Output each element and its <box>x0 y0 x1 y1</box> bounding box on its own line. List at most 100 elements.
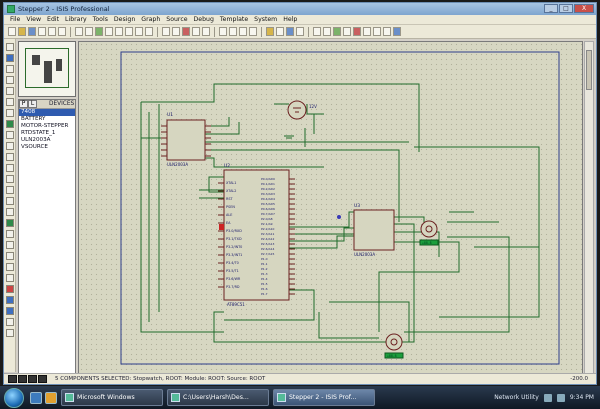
taskbar-item[interactable]: Microsoft Windows <box>61 389 163 406</box>
decompose-icon[interactable] <box>296 27 304 36</box>
new-sheet-icon[interactable] <box>343 27 351 36</box>
box-2d-icon[interactable] <box>5 219 14 227</box>
network-utility-label[interactable]: Network Utility <box>494 394 539 401</box>
zoom-area-icon[interactable] <box>145 27 153 36</box>
virtual-instrument-icon[interactable] <box>5 197 14 205</box>
graph-icon[interactable] <box>5 142 14 150</box>
origin-icon[interactable] <box>95 27 103 36</box>
vertical-scrollbar[interactable] <box>584 41 594 377</box>
menu-graph[interactable]: Graph <box>141 16 160 23</box>
block-move-icon[interactable] <box>229 27 237 36</box>
menu-file[interactable]: File <box>10 16 20 23</box>
overview-window[interactable] <box>18 41 76 97</box>
junction-dot-icon[interactable] <box>5 65 14 73</box>
step-icon[interactable] <box>18 375 27 383</box>
menu-library[interactable]: Library <box>65 16 87 23</box>
clock[interactable]: 9:34 PM <box>570 394 594 401</box>
netlist-ares-icon[interactable] <box>393 27 401 36</box>
device-pins-icon[interactable] <box>5 131 14 139</box>
play-icon[interactable] <box>8 375 17 383</box>
line-2d-icon[interactable] <box>5 208 14 216</box>
menu-design[interactable]: Design <box>114 16 135 23</box>
import-icon[interactable] <box>38 27 46 36</box>
menu-system[interactable]: System <box>254 16 277 23</box>
block-rotate-icon[interactable] <box>239 27 247 36</box>
packaging-tool-icon[interactable] <box>286 27 294 36</box>
device-list-item[interactable]: RTDSTATE_1 <box>19 130 75 137</box>
menu-view[interactable]: View <box>26 16 41 23</box>
menu-help[interactable]: Help <box>283 16 297 23</box>
menu-source[interactable]: Source <box>166 16 187 23</box>
pan-icon[interactable] <box>105 27 113 36</box>
bus-icon[interactable] <box>5 98 14 106</box>
device-list-item[interactable]: BATTERY <box>19 116 75 123</box>
library-manager-button[interactable]: L <box>28 100 37 108</box>
copy-icon[interactable] <box>192 27 200 36</box>
circle-2d-icon[interactable] <box>5 230 14 238</box>
bom-icon[interactable] <box>373 27 381 36</box>
text-2d-icon[interactable] <box>5 263 14 271</box>
path-2d-icon[interactable] <box>5 252 14 260</box>
title-bar[interactable]: Stepper 2 - ISIS Professional _ □ X <box>4 3 596 15</box>
search-tag-icon[interactable] <box>323 27 331 36</box>
text-script-icon[interactable] <box>5 87 14 95</box>
minimize-button[interactable]: _ <box>544 4 558 13</box>
cut-icon[interactable] <box>182 27 190 36</box>
block-delete-icon[interactable] <box>249 27 257 36</box>
close-button[interactable]: X <box>574 4 594 13</box>
open-file-icon[interactable] <box>18 27 26 36</box>
undo-icon[interactable] <box>162 27 170 36</box>
zoom-in-icon[interactable] <box>115 27 123 36</box>
show-desktop-icon[interactable] <box>30 391 42 404</box>
export-icon[interactable] <box>48 27 56 36</box>
redraw-icon[interactable] <box>75 27 83 36</box>
device-list-item[interactable]: 7408 <box>19 109 75 116</box>
goto-sheet-icon[interactable] <box>363 27 371 36</box>
start-button[interactable] <box>4 387 24 408</box>
rotate-clockwise-icon[interactable] <box>5 296 14 304</box>
current-probe-icon[interactable] <box>5 186 14 194</box>
explorer-icon[interactable] <box>45 391 57 404</box>
mirror-y-icon[interactable] <box>5 329 14 337</box>
stop-icon[interactable] <box>38 375 47 383</box>
maximize-button[interactable]: □ <box>559 4 573 13</box>
make-device-icon[interactable] <box>276 27 284 36</box>
paste-icon[interactable] <box>202 27 210 36</box>
pick-devices-button[interactable]: P <box>19 100 28 108</box>
taskbar-item[interactable]: Stepper 2 - ISIS Prof... <box>273 389 375 406</box>
generator-icon[interactable] <box>5 164 14 172</box>
pick-device-icon[interactable] <box>266 27 274 36</box>
device-list-item[interactable]: ULN2003A <box>19 137 75 144</box>
property-assignment-icon[interactable] <box>333 27 341 36</box>
grid-icon[interactable] <box>85 27 93 36</box>
block-copy-icon[interactable] <box>219 27 227 36</box>
arc-2d-icon[interactable] <box>5 241 14 249</box>
device-list-item[interactable]: MOTOR-STEPPER <box>19 123 75 130</box>
wire-autorouter-icon[interactable] <box>313 27 321 36</box>
schematic-canvas[interactable]: U1 ULN2003A 12V U2 AT89C51 XTAL1 XTAL2 R… <box>78 41 583 377</box>
marker-2d-icon[interactable] <box>5 285 14 293</box>
wire-label-icon[interactable] <box>5 76 14 84</box>
menu-tools[interactable]: Tools <box>93 16 108 23</box>
new-file-icon[interactable] <box>8 27 16 36</box>
pause-icon[interactable] <box>28 375 37 383</box>
zoom-all-icon[interactable] <box>135 27 143 36</box>
menu-debug[interactable]: Debug <box>194 16 214 23</box>
network-icon[interactable] <box>543 393 552 402</box>
selection-mode-icon[interactable] <box>5 43 14 51</box>
redo-icon[interactable] <box>172 27 180 36</box>
save-icon[interactable] <box>28 27 36 36</box>
zoom-out-icon[interactable] <box>125 27 133 36</box>
menu-edit[interactable]: Edit <box>47 16 59 23</box>
device-list-item[interactable]: VSOURCE <box>19 144 75 151</box>
voltage-probe-icon[interactable] <box>5 175 14 183</box>
scrollbar-thumb[interactable] <box>586 50 592 90</box>
mirror-x-icon[interactable] <box>5 318 14 326</box>
print-icon[interactable] <box>58 27 66 36</box>
remove-sheet-icon[interactable] <box>353 27 361 36</box>
component-mode-icon[interactable] <box>5 54 14 62</box>
symbol-2d-icon[interactable] <box>5 274 14 282</box>
electrical-rule-check-icon[interactable] <box>383 27 391 36</box>
volume-icon[interactable] <box>556 393 565 402</box>
tape-recorder-icon[interactable] <box>5 153 14 161</box>
